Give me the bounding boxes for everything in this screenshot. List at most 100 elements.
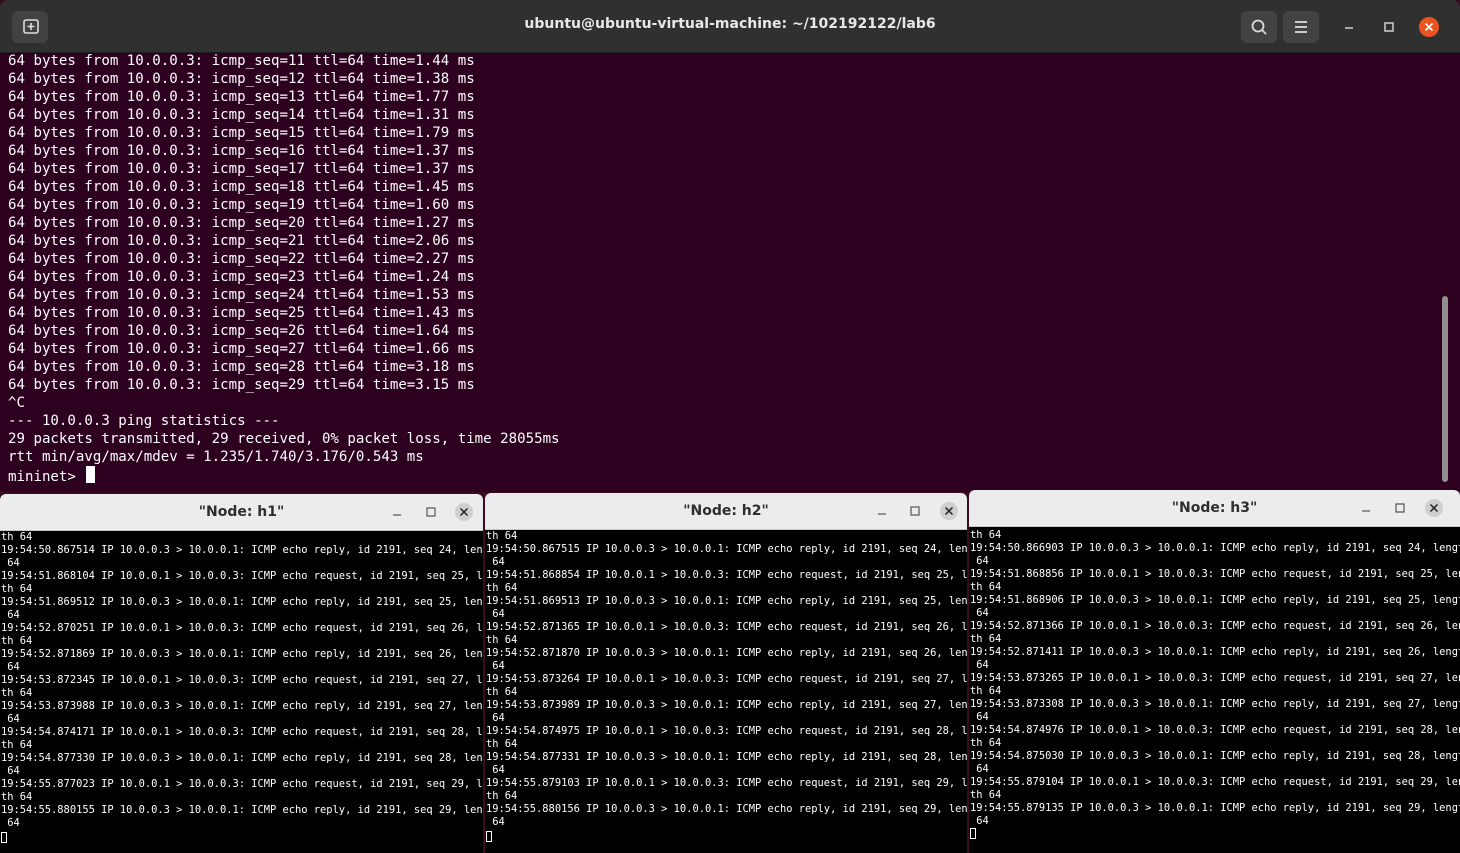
node-title: "Node: h3"	[1171, 500, 1258, 516]
log-line: 19:54:53.872345 IP 10.0.0.1 > 10.0.0.3: …	[1, 674, 483, 686]
log-line: 19:54:51.869512 IP 10.0.0.3 > 10.0.0.1: …	[1, 596, 483, 608]
log-line: 19:54:51.868906 IP 10.0.0.3 > 10.0.0.1: …	[970, 594, 1460, 606]
log-line: 19:54:50.866903 IP 10.0.0.3 > 10.0.0.1: …	[970, 542, 1460, 554]
node-maximize-button[interactable]	[422, 503, 440, 521]
node-log[interactable]: th 64 19:54:50.866903 IP 10.0.0.3 > 10.0.…	[970, 529, 1460, 828]
scrollbar-thumb[interactable]	[1442, 296, 1448, 482]
node-close-button[interactable]	[1425, 499, 1443, 517]
log-line: th 64	[970, 685, 1002, 697]
terminal-line: ^C	[8, 395, 25, 411]
minimize-icon	[1345, 27, 1353, 29]
log-line: 64	[970, 763, 989, 775]
terminal-line: 64 bytes from 10.0.0.3: icmp_seq=18 ttl=…	[8, 179, 475, 195]
node-log[interactable]: th 64 19:54:50.867515 IP 10.0.0.3 > 10.0.…	[486, 530, 967, 829]
hamburger-menu-icon	[1295, 21, 1307, 33]
log-line: 64	[486, 660, 505, 672]
log-line: th 64	[970, 581, 1002, 593]
log-line: 19:54:51.869513 IP 10.0.0.3 > 10.0.0.1: …	[486, 595, 967, 607]
terminal-line: 64 bytes from 10.0.0.3: icmp_seq=17 ttl=…	[8, 161, 475, 177]
log-line: th 64	[1, 635, 33, 647]
log-line: 19:54:53.873308 IP 10.0.0.3 > 10.0.0.1: …	[970, 698, 1460, 710]
terminal-line: 64 bytes from 10.0.0.3: icmp_seq=16 ttl=…	[8, 143, 475, 159]
log-line: th 64	[1, 531, 33, 543]
log-line: 19:54:55.879104 IP 10.0.0.1 > 10.0.0.3: …	[970, 776, 1460, 788]
terminal-line: 64 bytes from 10.0.0.3: icmp_seq=27 ttl=…	[8, 341, 475, 357]
search-button[interactable]	[1241, 11, 1277, 43]
terminal-line: 64 bytes from 10.0.0.3: icmp_seq=12 ttl=…	[8, 71, 475, 87]
log-line: th 64	[486, 686, 518, 698]
node-maximize-button[interactable]	[906, 502, 924, 520]
log-line: 64	[970, 607, 989, 619]
minimize-button[interactable]	[1339, 17, 1359, 37]
log-line: 64	[1, 817, 20, 829]
node-log[interactable]: th 64 19:54:50.867514 IP 10.0.0.3 > 10.0.…	[1, 531, 483, 830]
log-line: th 64	[970, 789, 1002, 801]
node-title-bar: "Node: h3"	[969, 490, 1460, 527]
title-bar: ubuntu@ubuntu-virtual-machine: ~/1021921…	[0, 0, 1460, 53]
minimize-icon	[393, 514, 401, 516]
log-line: 64	[1, 557, 20, 569]
maximize-icon	[1384, 22, 1394, 32]
prompt-line[interactable]: mininet>	[8, 466, 96, 485]
terminal-line: 64 bytes from 10.0.0.3: icmp_seq=13 ttl=…	[8, 89, 475, 105]
log-line: 64	[970, 659, 989, 671]
log-line: th 64	[486, 530, 518, 542]
search-icon	[1251, 19, 1267, 35]
terminal-output[interactable]: 64 bytes from 10.0.0.3: icmp_seq=11 ttl=…	[8, 52, 1428, 488]
xterm-cursor	[1, 832, 7, 843]
log-line: 19:54:51.868854 IP 10.0.0.1 > 10.0.0.3: …	[486, 569, 967, 581]
maximize-icon	[426, 507, 436, 517]
maximize-icon	[1395, 503, 1405, 513]
log-line: th 64	[486, 634, 518, 646]
close-icon	[944, 506, 954, 516]
terminal-line: 64 bytes from 10.0.0.3: icmp_seq=26 ttl=…	[8, 323, 475, 339]
log-line: th 64	[486, 790, 518, 802]
log-line: 19:54:52.871366 IP 10.0.0.1 > 10.0.0.3: …	[970, 620, 1460, 632]
main-terminal-window: ubuntu@ubuntu-virtual-machine: ~/1021921…	[0, 0, 1460, 492]
log-line: th 64	[1, 583, 33, 595]
log-line: 19:54:53.873264 IP 10.0.0.1 > 10.0.0.3: …	[486, 673, 967, 685]
terminal-line: 64 bytes from 10.0.0.3: icmp_seq=25 ttl=…	[8, 305, 475, 321]
log-line: 19:54:50.867515 IP 10.0.0.3 > 10.0.0.1: …	[486, 543, 967, 555]
log-line: 19:54:52.871411 IP 10.0.0.3 > 10.0.0.1: …	[970, 646, 1460, 658]
log-line: th 64	[970, 633, 1002, 645]
node-close-button[interactable]	[940, 502, 958, 520]
node-minimize-button[interactable]	[873, 502, 891, 520]
log-line: 19:54:55.879103 IP 10.0.0.1 > 10.0.0.3: …	[486, 777, 967, 789]
log-line: 64	[970, 555, 989, 567]
log-line: 64	[1, 765, 20, 777]
log-line: 19:54:52.870251 IP 10.0.0.1 > 10.0.0.3: …	[1, 622, 483, 634]
close-icon	[459, 507, 469, 517]
log-line: 64	[486, 712, 505, 724]
log-line: th 64	[970, 737, 1002, 749]
log-line: 64	[1, 713, 20, 725]
xterm-cursor	[970, 828, 976, 839]
close-button[interactable]	[1419, 17, 1439, 37]
log-line: 64	[970, 815, 989, 827]
log-line: 19:54:54.877331 IP 10.0.0.3 > 10.0.0.1: …	[486, 751, 967, 763]
xterm-cursor	[486, 831, 492, 842]
log-line: th 64	[486, 582, 518, 594]
terminal-line: 64 bytes from 10.0.0.3: icmp_seq=24 ttl=…	[8, 287, 475, 303]
terminal-line: --- 10.0.0.3 ping statistics ---	[8, 413, 280, 429]
log-line: th 64	[1, 791, 33, 803]
node-h2-window: "Node: h2" th 64 19:54:50.867515 IP 10.0.…	[485, 493, 967, 853]
log-line: 19:54:52.871870 IP 10.0.0.3 > 10.0.0.1: …	[486, 647, 967, 659]
terminal-line: 64 bytes from 10.0.0.3: icmp_seq=14 ttl=…	[8, 107, 475, 123]
log-line: 19:54:53.873989 IP 10.0.0.3 > 10.0.0.1: …	[486, 699, 967, 711]
log-line: 64	[486, 556, 505, 568]
log-line: 19:54:51.868104 IP 10.0.0.1 > 10.0.0.3: …	[1, 570, 483, 582]
node-maximize-button[interactable]	[1391, 499, 1409, 517]
node-h3-window: "Node: h3" th 64 19:54:50.866903 IP 10.0.…	[969, 490, 1460, 853]
log-line: 19:54:55.879135 IP 10.0.0.3 > 10.0.0.1: …	[970, 802, 1460, 814]
node-close-button[interactable]	[455, 503, 473, 521]
maximize-button[interactable]	[1379, 17, 1399, 37]
menu-button[interactable]	[1283, 11, 1319, 43]
log-line: 19:54:54.874976 IP 10.0.0.1 > 10.0.0.3: …	[970, 724, 1460, 736]
terminal-line: rtt min/avg/max/mdev = 1.235/1.740/3.176…	[8, 449, 424, 465]
terminal-line: 64 bytes from 10.0.0.3: icmp_seq=20 ttl=…	[8, 215, 475, 231]
node-minimize-button[interactable]	[388, 503, 406, 521]
node-minimize-button[interactable]	[1357, 499, 1375, 517]
terminal-line: 64 bytes from 10.0.0.3: icmp_seq=11 ttl=…	[8, 53, 475, 69]
log-line: 64	[486, 816, 505, 828]
